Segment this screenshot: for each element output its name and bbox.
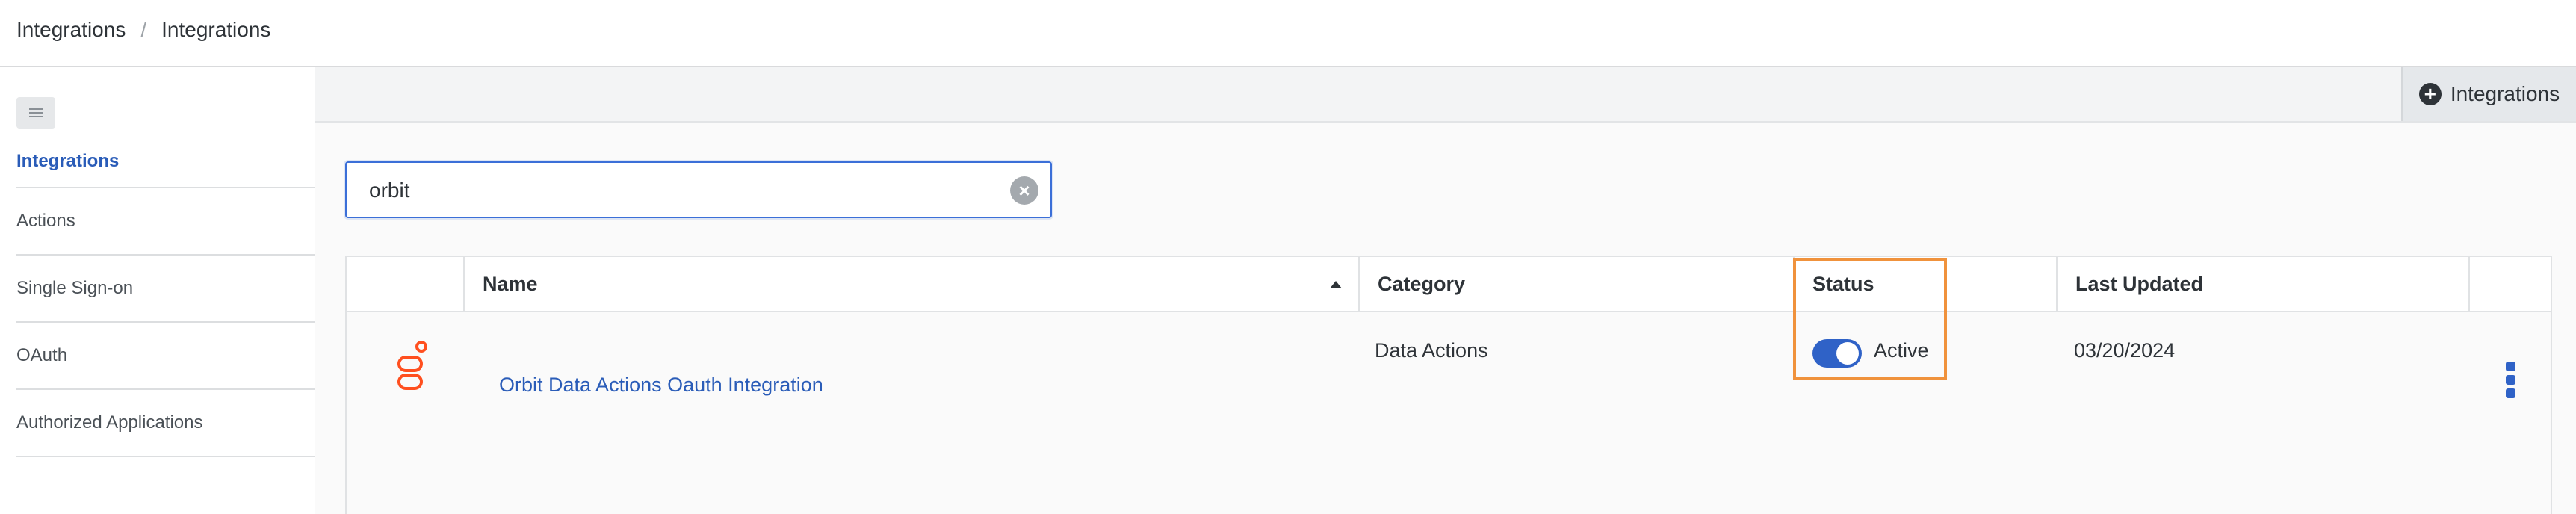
main-panel: + Integrations × Name Category Status La…: [315, 67, 2576, 514]
sort-ascending-icon: [1330, 281, 1342, 288]
column-header-name[interactable]: Name: [465, 257, 1360, 311]
menu-icon: [29, 112, 43, 114]
breadcrumb-separator: /: [140, 18, 147, 41]
sidebar-item-actions[interactable]: Actions: [16, 188, 315, 256]
plus-circle-icon: +: [2418, 83, 2442, 105]
toolbar: + Integrations: [315, 67, 2576, 123]
clear-icon[interactable]: ×: [1010, 176, 1038, 205]
sidebar-item-integrations[interactable]: Integrations: [16, 136, 315, 188]
breadcrumb-item-current: Integrations: [161, 18, 271, 41]
genesys-logo-icon: [397, 341, 427, 390]
more-options-icon[interactable]: [2506, 362, 2516, 398]
column-header-last-updated[interactable]: Last Updated: [2058, 257, 2470, 311]
sidebar-item-single-sign-on[interactable]: Single Sign-on: [16, 256, 315, 323]
add-integration-button[interactable]: + Integrations: [2401, 67, 2576, 121]
integrations-table: Name Category Status Last Updated Orbit …: [345, 256, 2552, 514]
sidebar-item-label: Single Sign-on: [16, 278, 134, 298]
sidebar-item-authorized-applications[interactable]: Authorized Applications: [16, 390, 315, 457]
column-header-actions: [2470, 257, 2551, 311]
search-field: ×: [345, 161, 1052, 218]
sidebar-item-label: Actions: [16, 211, 75, 231]
table-header: Name Category Status Last Updated: [347, 257, 2551, 312]
sidebar: Integrations Actions Single Sign-on OAut…: [0, 67, 315, 514]
column-header-category[interactable]: Category: [1360, 257, 1795, 311]
page-header: Integrations / Integrations: [0, 0, 2576, 67]
sidebar-item-label: OAuth: [16, 345, 68, 365]
search-input[interactable]: [368, 173, 983, 208]
last-updated-date: 03/20/2024: [2074, 339, 2176, 362]
column-header-icon: [347, 257, 465, 311]
sidebar-item-label: Integrations: [16, 151, 120, 171]
integration-category: Data Actions: [1375, 339, 1488, 362]
sidebar-item-oauth[interactable]: OAuth: [16, 323, 315, 390]
breadcrumb-item-integrations[interactable]: Integrations: [16, 18, 126, 42]
status-highlight-box: [1793, 258, 1947, 380]
breadcrumb: Integrations / Integrations: [16, 18, 270, 42]
sidebar-item-label: Authorized Applications: [16, 412, 203, 433]
sidebar-collapse-button[interactable]: [16, 97, 55, 128]
integration-name-link[interactable]: Orbit Data Actions Oauth Integration: [499, 374, 823, 397]
add-integration-label: Integrations: [2450, 82, 2560, 105]
